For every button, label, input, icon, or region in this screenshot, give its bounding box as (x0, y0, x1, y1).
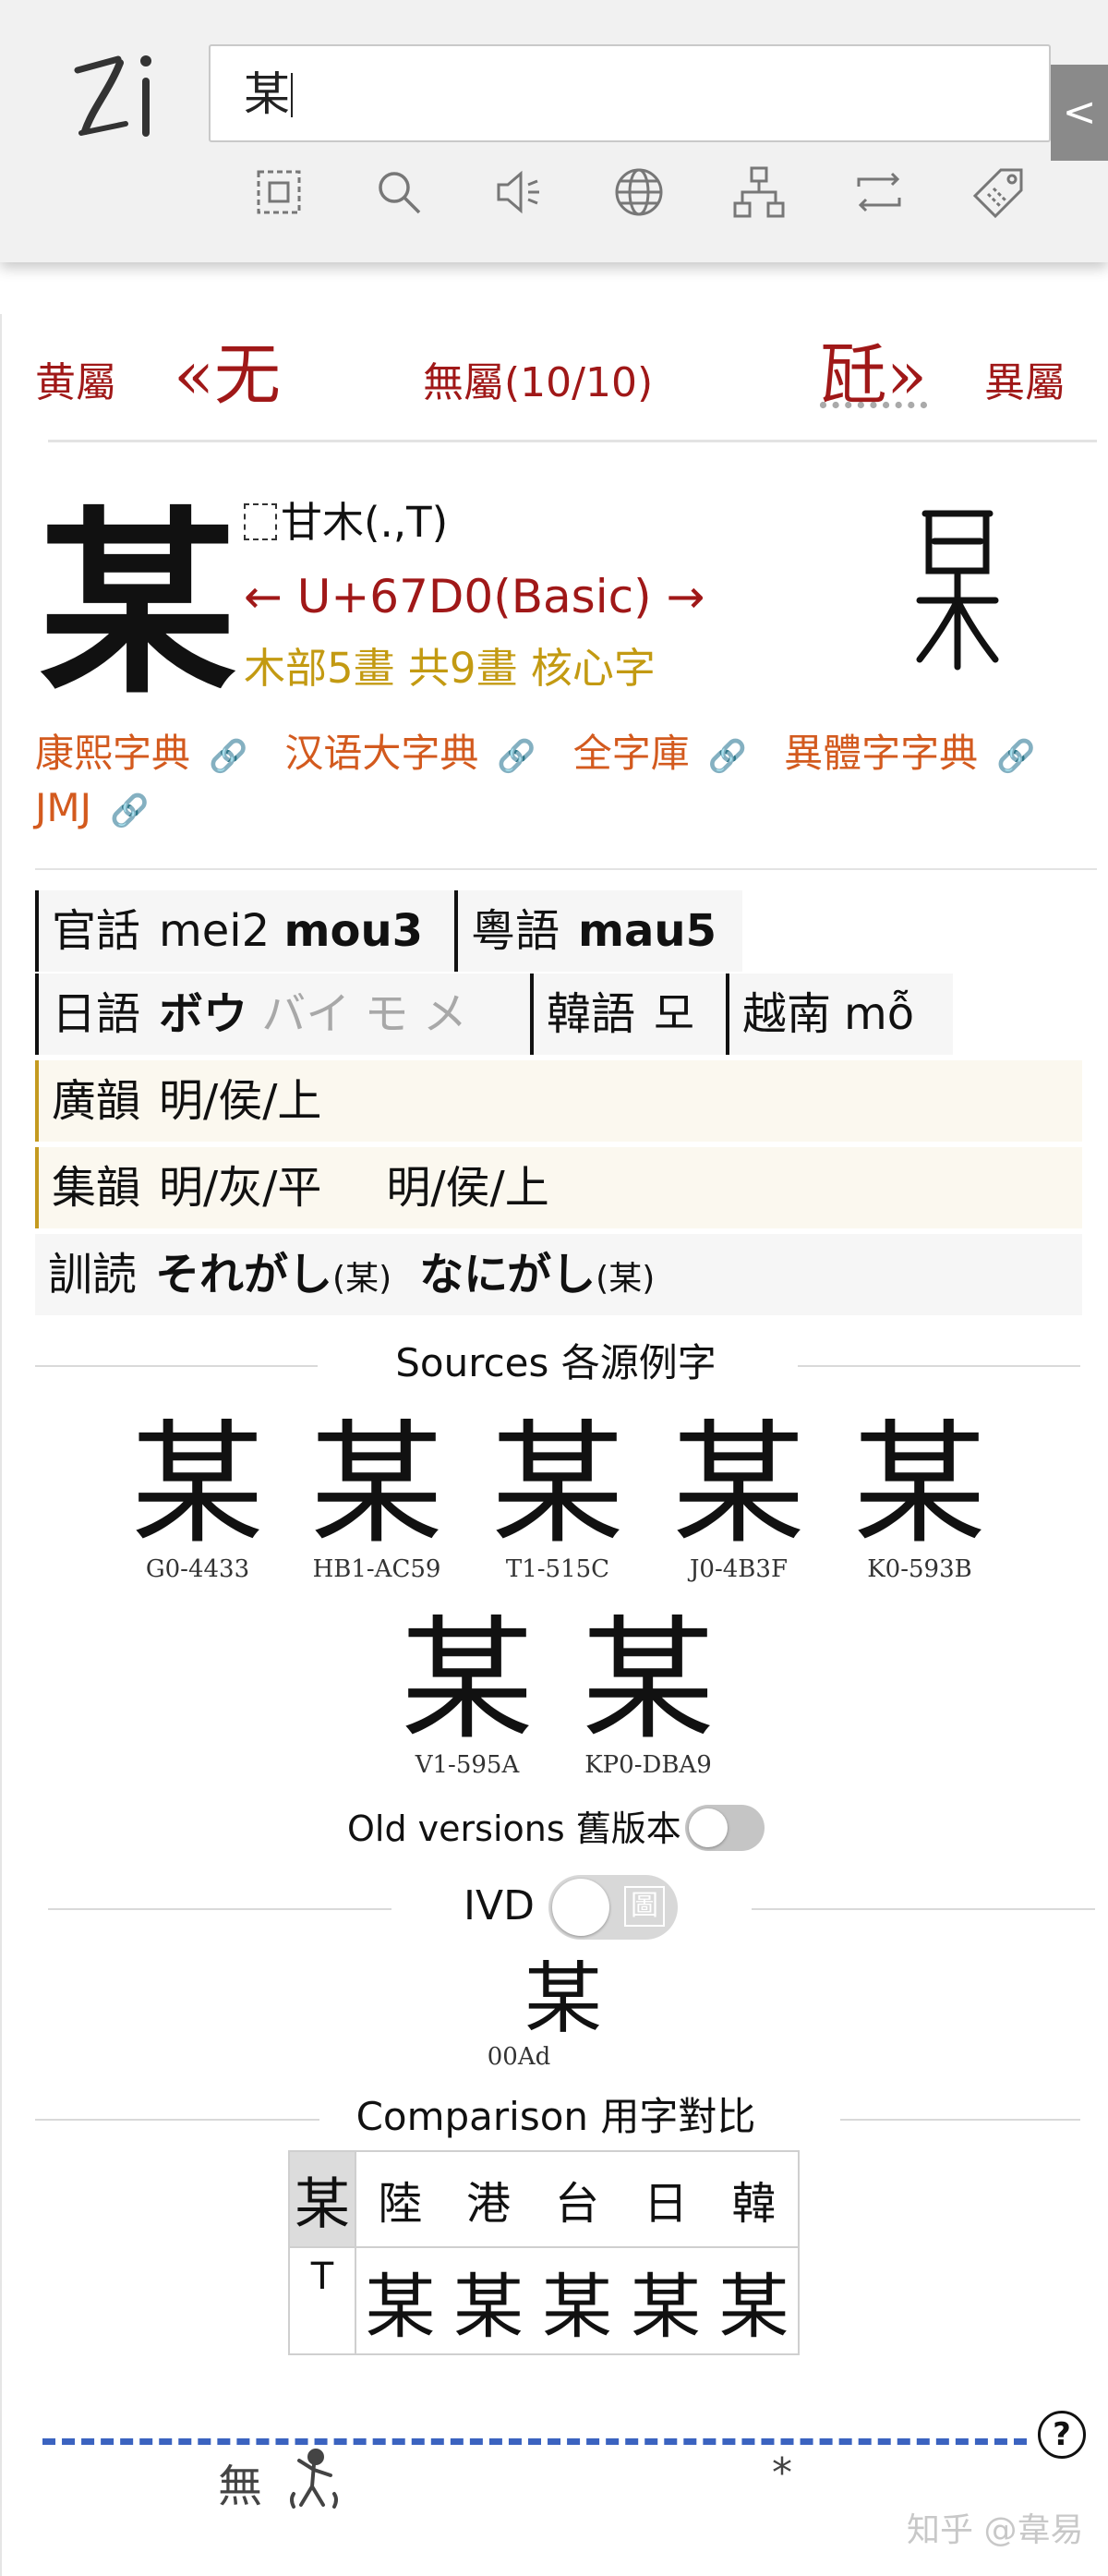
reading-korean[interactable]: 韓語 모 (530, 974, 726, 1055)
next-char-link[interactable]: 瓩» (820, 338, 927, 412)
comparison-corner: 某 (288, 2150, 356, 2248)
ivd-label: IVD (464, 1882, 535, 1929)
cell-hongkong[interactable]: 某 (444, 2246, 533, 2355)
row-label: T (288, 2246, 356, 2355)
source-glyph-hb1[interactable]: 某 HB1-AC59 (284, 1415, 469, 1585)
top-bar: 某 < (0, 0, 1108, 262)
header-mainland: 陸 (355, 2150, 444, 2248)
stroke-info[interactable]: 木部5畫 共9畫 核心字 (244, 643, 656, 695)
comparison-title: Comparison 用字對比 (355, 2094, 756, 2139)
sources-title: Sources 各源例字 (395, 1340, 717, 1385)
dict-link-quanzi[interactable]: 全字庫 🔗 (573, 731, 765, 776)
source-glyph-kp0[interactable]: 某 KP0-DBA9 (556, 1611, 741, 1781)
divider (48, 1908, 391, 1910)
header-korea: 韓 (710, 2150, 800, 2248)
cell-taiwan[interactable]: 某 (533, 2246, 621, 2355)
header-japan: 日 (621, 2150, 710, 2248)
dict-link-kangxi[interactable]: 康熙字典 🔗 (35, 731, 266, 776)
speaker-icon[interactable] (489, 163, 548, 222)
old-versions-label: Old versions 舊版本 (347, 1808, 681, 1849)
prev-char-link[interactable]: «无 (174, 338, 281, 412)
divider (752, 1908, 1095, 1910)
bottom-char[interactable]: 無 (218, 2449, 262, 2514)
divider (48, 440, 1097, 442)
reading-kundoku[interactable]: 訓読 それがし(某) なにがし(某) (35, 1234, 1082, 1315)
character-panel: 黄屬 «无 無屬(10/10) 瓩» 異屬 某 甘木(.,T) ← U+67D0… (0, 314, 1108, 2576)
header-taiwan: 台 (533, 2150, 621, 2248)
help-button[interactable]: ? (1038, 2411, 1086, 2459)
reading-jiyun[interactable]: 集韻 明/灰/平 明/侯/上 (35, 1147, 1082, 1228)
source-glyph-g0[interactable]: 某 G0-4433 (105, 1415, 290, 1585)
main-character: 某 (39, 489, 236, 720)
ivd-toggle[interactable]: 圖 (548, 1875, 678, 1940)
source-glyph-j0[interactable]: 某 J0-4B3F (646, 1415, 831, 1585)
zi-logo[interactable] (72, 44, 164, 146)
ids-decomposition[interactable]: 甘木(.,T) (244, 497, 448, 549)
cell-japan[interactable]: 某 (621, 2246, 710, 2355)
dict-link-yiti[interactable]: 異體字字典 🔗 (784, 731, 1054, 776)
tag-icon[interactable] (970, 163, 1029, 222)
reading-vietnamese[interactable]: 越南 mỗ (726, 974, 953, 1055)
next-radical-link[interactable]: 異屬 (984, 349, 1066, 408)
search-icon[interactable] (369, 163, 428, 222)
old-versions-toggle[interactable] (685, 1805, 765, 1851)
progress-dash-line (42, 2438, 1027, 2445)
search-input[interactable]: 某 (209, 44, 1051, 142)
radical-label: 無屬(10/10) (423, 359, 654, 406)
dancing-figure-icon[interactable] (286, 2448, 342, 2514)
reading-cantonese[interactable]: 粵語 mau5 (454, 890, 742, 972)
cell-mainland[interactable]: 某 (355, 2246, 444, 2355)
source-glyph-t1[interactable]: 某 T1-515C (465, 1415, 650, 1585)
source-glyph-v1[interactable]: 某 V1-595A (375, 1611, 560, 1781)
hierarchy-icon[interactable] (729, 163, 789, 222)
toolbar (249, 163, 1043, 227)
prev-radical-link[interactable]: 黄屬 (35, 349, 116, 408)
reading-guangyun[interactable]: 廣韻 明/侯/上 (35, 1060, 1082, 1142)
divider (35, 868, 1097, 870)
reading-mandarin[interactable]: 官話 mei2 mou3 (35, 890, 454, 972)
source-glyph-k0[interactable]: 某 K0-593B (827, 1415, 1012, 1585)
collapse-panel-button[interactable]: < (1051, 65, 1108, 161)
radical-position: 無屬(10/10) (423, 349, 653, 408)
cell-korea[interactable]: 某 (710, 2246, 800, 2355)
codepoint[interactable]: ← U+67D0(Basic) → (244, 571, 705, 623)
asterisk-marker: * (772, 2449, 792, 2497)
dict-link-hanyu[interactable]: 汉语大字典 🔗 (284, 731, 554, 776)
watermark: 知乎 @韋易 (907, 2511, 1084, 2549)
header-hongkong: 港 (444, 2150, 533, 2248)
ivd-glyph[interactable]: 某 00Ad (471, 1956, 656, 2073)
seal-script-icon[interactable] (916, 504, 999, 674)
swap-icon[interactable] (849, 163, 909, 222)
comparison-table: 某 陸 港 台 日 韓 T 某 某 某 某 某 (288, 2150, 800, 2355)
select-region-icon[interactable] (249, 163, 308, 222)
reading-japanese[interactable]: 日語 ボウ バイ モ メ (35, 974, 530, 1055)
globe-icon[interactable] (609, 163, 668, 222)
dictionary-links: 康熙字典 🔗 汉语大字典 🔗 全字庫 🔗 異體字字典 🔗 JMJ 🔗 (35, 728, 1088, 837)
dict-link-jmj[interactable]: JMJ 🔗 (35, 785, 167, 830)
